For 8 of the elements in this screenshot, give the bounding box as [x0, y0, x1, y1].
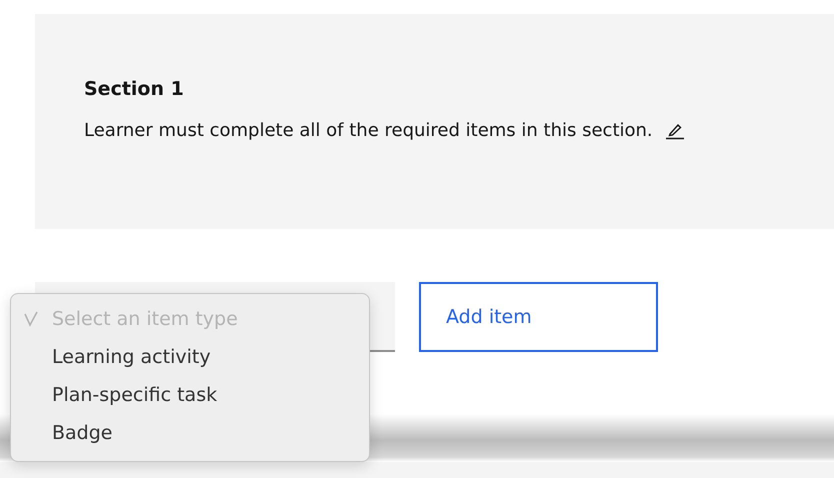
dropdown-option[interactable]: Learning activity: [11, 338, 369, 376]
edit-icon[interactable]: [664, 122, 685, 140]
section-description: Learner must complete all of the required items in this section.: [84, 120, 653, 141]
add-item-button[interactable]: Add item: [419, 282, 658, 352]
dropdown-option[interactable]: Badge: [11, 414, 369, 452]
check-icon: [22, 310, 40, 328]
dropdown-option[interactable]: Plan-specific task: [11, 376, 369, 414]
section-title: Section 1: [84, 78, 185, 100]
